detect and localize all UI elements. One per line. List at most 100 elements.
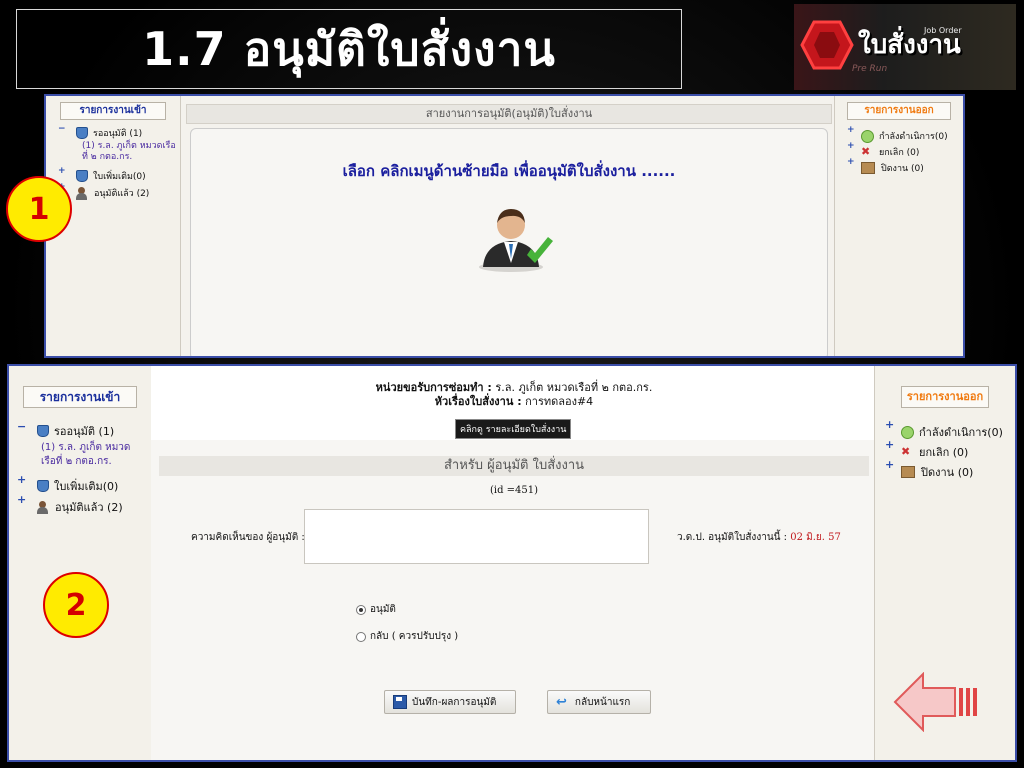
tree-label: ใบเพิ่มเติม(0) — [93, 172, 146, 182]
shield-icon — [37, 480, 49, 492]
logo-run-text: Pre Run — [852, 64, 888, 74]
right-sidebar: รายการงานออก + กำลังดำเนิการ(0) + ✖ ยกเล… — [834, 96, 963, 356]
tree-label: ยกเลิก (0) — [919, 446, 969, 459]
tree-label: อนุมัติแล้ว (2) — [94, 189, 150, 199]
screenshot-panel-2: รายการงานเข้า − รออนุมัติ (1) (1) ร.ล. ภ… — [7, 364, 1017, 762]
expand-icon[interactable]: + — [885, 418, 894, 431]
job-order-logo: Job Order ใบสั่งงาน Pre Run — [794, 4, 1016, 90]
expand-icon[interactable]: + — [847, 125, 855, 135]
radio-unselected-icon[interactable] — [356, 631, 366, 642]
sidebar-header-incoming: รายการงานเข้า — [23, 386, 137, 408]
tree-label: รออนุมัติ (1) — [93, 129, 143, 139]
tree-label: ปิดงาน (0) — [881, 164, 924, 174]
tree-item-closed[interactable]: + ปิดงาน (0) — [847, 157, 948, 176]
subject-label: หัวเรื่องใบสั่งงาน : — [434, 395, 522, 408]
shield-icon — [76, 170, 88, 182]
outgoing-tree: + กำลังดำเนิการ(0) + ✖ ยกเลิก (0) + ปิดง… — [847, 125, 948, 176]
sidebar-header-outgoing: รายการงานออก — [847, 102, 951, 120]
left-arrow-icon — [893, 672, 977, 732]
shield-icon — [37, 425, 49, 437]
button-label: กลับหน้าแรก — [574, 696, 631, 708]
tree-item-in-progress[interactable]: + กำลังดำเนิการ(0) — [885, 418, 1003, 442]
logo-text: ใบสั่งงาน — [858, 30, 961, 60]
approval-main-area: สายงานการอนุมัติ(อนุมัติ)ใบสั่งงาน เลือก… — [186, 104, 832, 356]
person-approve-icon — [479, 209, 553, 272]
hexagon-logo-icon — [800, 20, 854, 70]
tree-label: อนุมัติแล้ว (2) — [55, 501, 123, 514]
date-label: ว.ด.ป. อนุมัติใบสั่งงานนี้ : — [677, 532, 788, 543]
expand-icon[interactable]: + — [885, 458, 894, 471]
cancel-icon: ✖ — [901, 445, 911, 458]
expand-icon[interactable]: + — [885, 438, 894, 451]
radio-approve[interactable]: อนุมัติ — [356, 602, 396, 617]
tree-label: รออนุมัติ (1) — [54, 425, 115, 438]
tree-item-cancelled[interactable]: + ✖ ยกเลิก (0) — [885, 438, 1003, 462]
approver-comment-field[interactable] — [304, 509, 649, 564]
incoming-tree: − รออนุมัติ (1) (1) ร.ล. ภูเก็ต หมวดเรือ… — [17, 420, 151, 517]
tree-item-closed[interactable]: + ปิดงาน (0) — [885, 458, 1003, 482]
screenshot-panel-1: รายการงานเข้า − รออนุมัติ (1) (1) ร.ล. ภ… — [44, 94, 965, 358]
radio-label: กลับ ( ควรปรับปรุง ) — [370, 631, 459, 642]
expand-icon[interactable]: + — [17, 493, 26, 506]
box-icon — [861, 162, 875, 174]
user-check-icon — [76, 186, 88, 200]
step-badge-2: 2 — [43, 572, 109, 638]
expand-icon[interactable]: + — [58, 166, 66, 176]
user-check-icon — [37, 500, 49, 514]
job-id: (id =451) — [489, 485, 539, 496]
tree-label: ยกเลิก (0) — [879, 148, 920, 158]
cancel-icon: ✖ — [861, 145, 871, 158]
tree-label: กำลังดำเนิการ(0) — [879, 132, 948, 142]
collapse-icon[interactable]: − — [58, 124, 66, 134]
outgoing-tree: + กำลังดำเนิการ(0) + ✖ ยกเลิก (0) + ปิดง… — [885, 418, 1003, 482]
box-icon — [901, 466, 915, 478]
tree-item-extra[interactable]: + ใบเพิ่มเติม(0) — [58, 166, 180, 183]
tree-item-cancelled[interactable]: + ✖ ยกเลิก (0) — [847, 141, 948, 160]
approval-form-area: หน่วยขอรับการซ่อมทำ : ร.ล. ภูเก็ต หมวดเร… — [151, 366, 877, 760]
approval-date: ว.ด.ป. อนุมัติใบสั่งงานนี้ : 02 มิ.ย. 57 — [677, 530, 841, 545]
tree-label: ปิดงาน (0) — [921, 466, 974, 479]
tree-item-extra[interactable]: + ใบเพิ่มเติม(0) — [17, 473, 151, 495]
slide-title-box: 1.7 อนุมัติใบสั่งงาน — [16, 9, 682, 89]
tree-item-pending[interactable]: − รออนุมัติ (1) — [17, 420, 151, 440]
tree-item-in-progress[interactable]: + กำลังดำเนิการ(0) — [847, 125, 948, 144]
tree-item-pending[interactable]: − รออนุมัติ (1) — [58, 124, 180, 140]
expand-icon[interactable]: + — [847, 157, 855, 167]
incoming-tree: − รออนุมัติ (1) (1) ร.ล. ภูเก็ต หมวดเรือ… — [58, 124, 180, 201]
expand-icon[interactable]: + — [847, 141, 855, 151]
approver-form-header: สำหรับ ผู้อนุมัติ ใบสั่งงาน — [159, 456, 869, 476]
job-summary: หน่วยขอรับการซ่อมทำ : ร.ล. ภูเก็ต หมวดเร… — [151, 366, 877, 440]
view-details-button[interactable]: คลิกดู รายละเอียดใบสั่งงาน — [455, 419, 572, 439]
tree-label: ใบเพิ่มเติม(0) — [54, 480, 119, 493]
tree-label: กำลังดำเนิการ(0) — [919, 426, 1003, 439]
shield-icon — [76, 127, 88, 139]
radio-return[interactable]: กลับ ( ควรปรับปรุง ) — [356, 629, 458, 644]
step-badge-1: 1 — [6, 176, 72, 242]
button-label: บันทึก-ผลการอนุมัติ — [412, 696, 497, 708]
subject-value: การทดลอง#4 — [525, 395, 594, 408]
comment-label: ความคิดเห็นของ ผู้อนุมัติ : — [191, 532, 305, 543]
radio-selected-icon[interactable] — [356, 604, 366, 615]
radio-label: อนุมัติ — [370, 604, 396, 615]
approval-flow-header: สายงานการอนุมัติ(อนุมัติ)ใบสั่งงาน — [186, 104, 832, 124]
tree-item-approved[interactable]: + อนุมัติแล้ว (2) — [17, 493, 151, 517]
approval-content-box: เลือก คลิกเมนูด้านซ้ายมือ เพื่ออนุมัติใบ… — [190, 128, 828, 356]
slide-title: 1.7 อนุมัติใบสั่งงาน — [142, 21, 556, 76]
collapse-icon[interactable]: − — [17, 420, 26, 433]
save-approval-button[interactable]: บันทึก-ผลการอนุมัติ — [384, 690, 516, 714]
pending-job-link[interactable]: (1) ร.ล. ภูเก็ต หมวดเรือที่ ๒ กตอ.กร. — [82, 141, 176, 163]
expand-icon[interactable]: + — [17, 473, 26, 486]
back-arrow-icon: ↩ — [556, 694, 567, 710]
pending-job-link[interactable]: (1) ร.ล. ภูเก็ต หมวดเรือที่ ๒ กตอ.กร. — [41, 441, 145, 469]
green-circle-icon — [901, 425, 914, 439]
left-sidebar: รายการงานเข้า − รออนุมัติ (1) (1) ร.ล. ภ… — [9, 366, 152, 760]
instruction-message: เลือก คลิกเมนูด้านซ้ายมือ เพื่ออนุมัติใบ… — [342, 162, 676, 180]
green-circle-icon — [861, 129, 874, 143]
sidebar-header-outgoing: รายการงานออก — [901, 386, 989, 408]
date-value: 02 มิ.ย. 57 — [790, 532, 841, 543]
tree-item-approved[interactable]: + อนุมัติแล้ว (2) — [58, 182, 180, 201]
save-icon — [393, 695, 407, 709]
sidebar-header-incoming: รายการงานเข้า — [60, 102, 166, 120]
back-home-button[interactable]: ↩ กลับหน้าแรก — [547, 690, 651, 714]
subject-line: หัวเรื่องใบสั่งงาน : การทดลอง#4 — [151, 392, 877, 410]
